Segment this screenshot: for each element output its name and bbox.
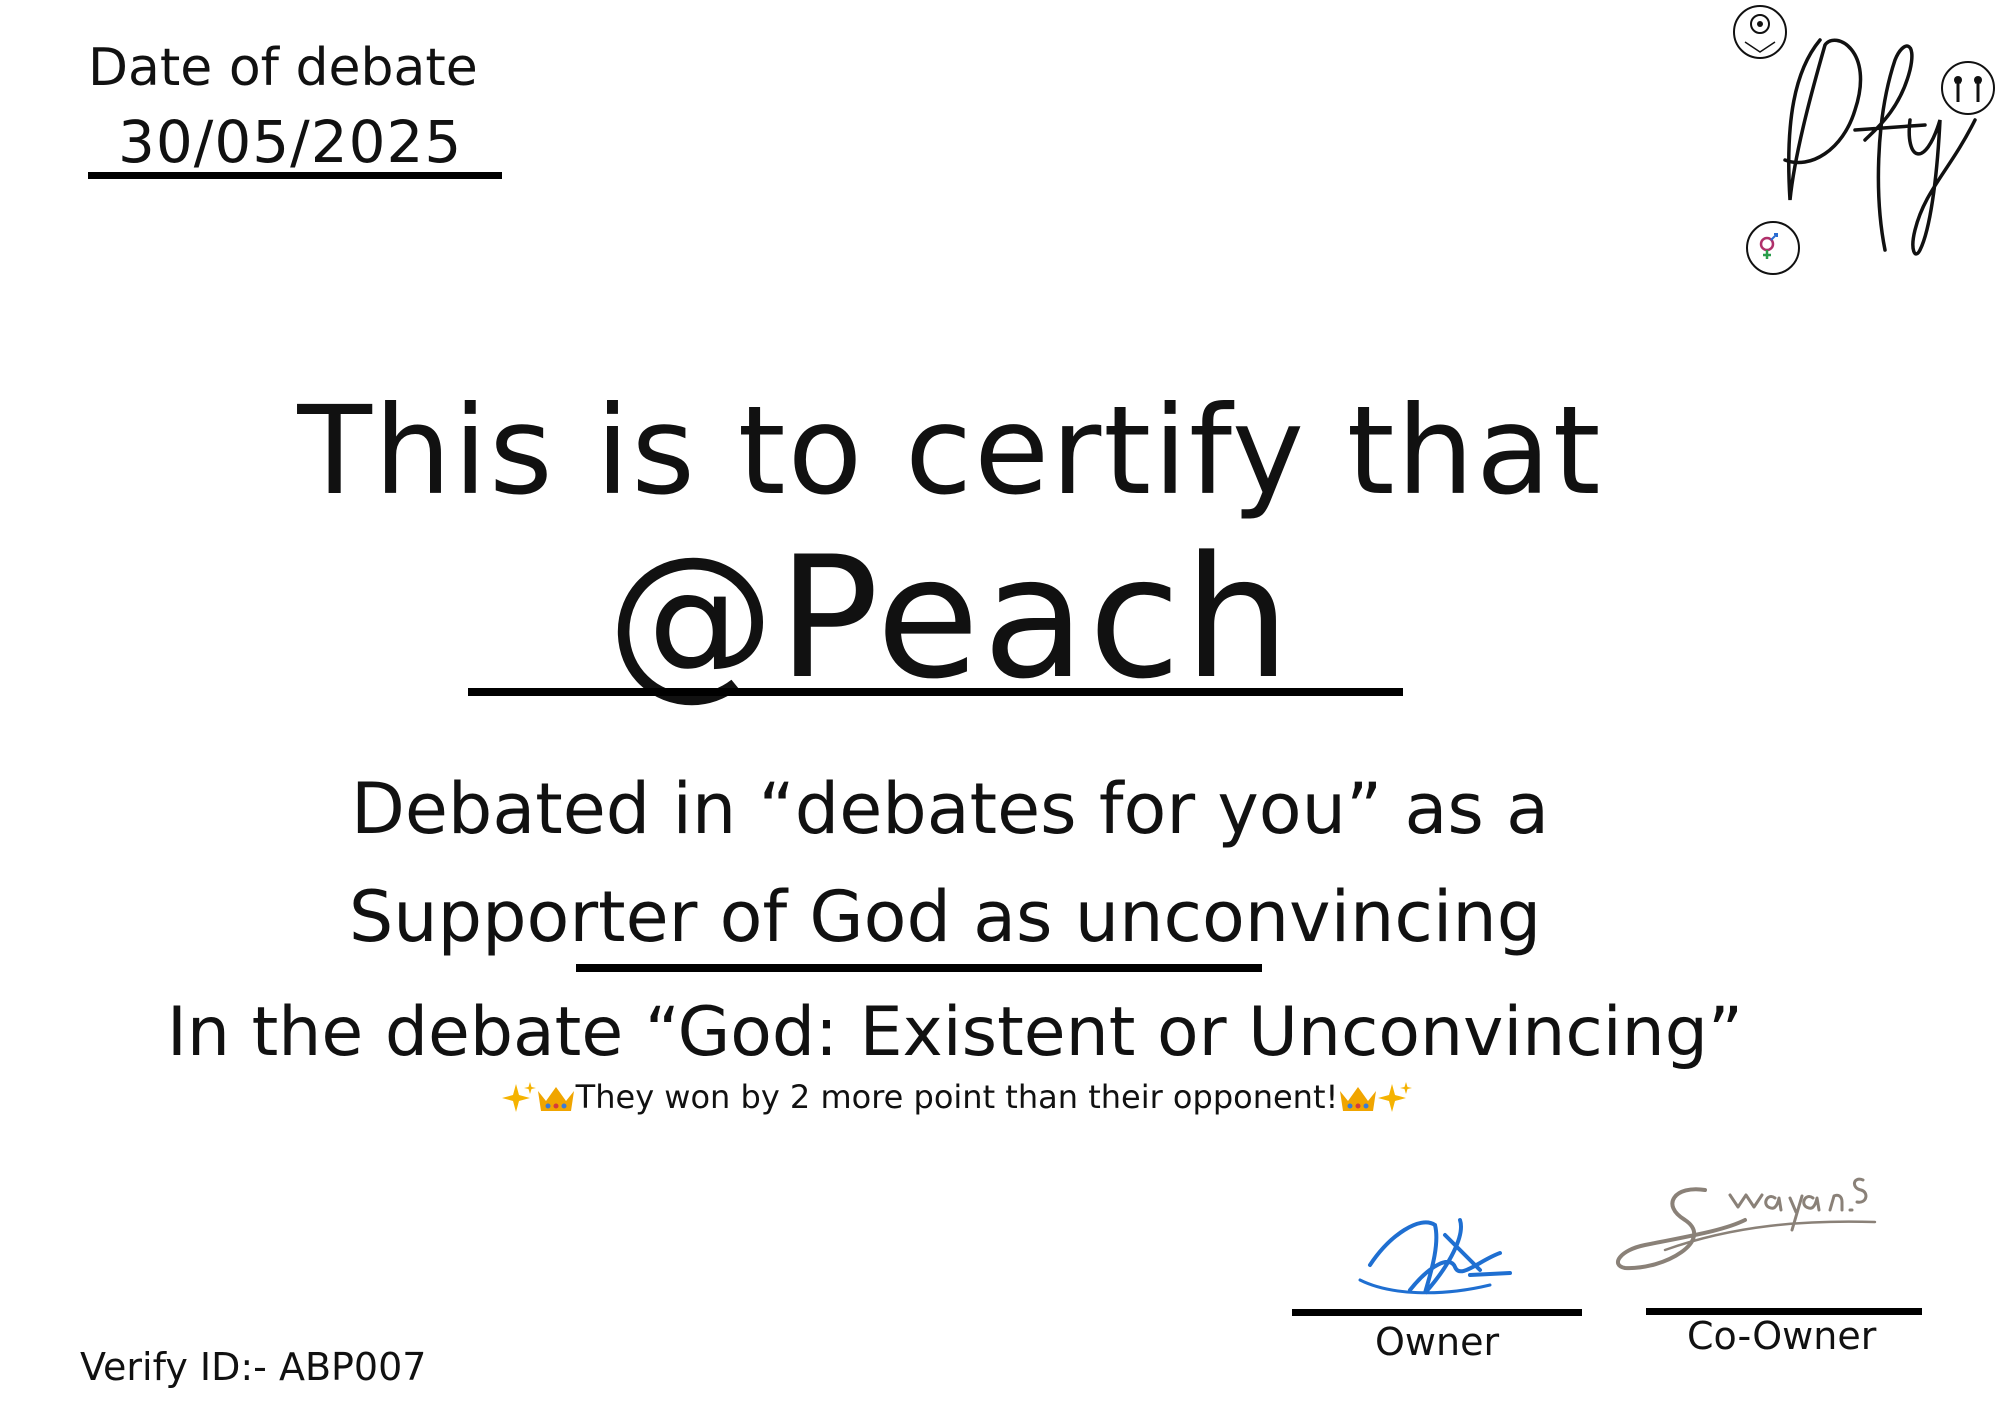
debate-title-line: In the debate “God: Existent or Unconvin… (166, 993, 1744, 1072)
role-line: Supporter of God as unconvincing (348, 876, 1542, 958)
owner-signature-line (1292, 1309, 1582, 1316)
coowner-signature (1616, 1177, 1877, 1271)
crown-icon (1340, 1087, 1377, 1111)
dfy-logo (1733, 5, 1995, 275)
keys-circle-icon (1941, 61, 1995, 115)
name-underline (468, 688, 1403, 696)
date-value: 30/05/2025 (118, 108, 463, 176)
eye-circle-icon (1733, 5, 1787, 59)
win-statement: They won by 2 more point than their oppo… (0, 1078, 1914, 1116)
owner-signature (1358, 1218, 1512, 1295)
date-underline (88, 172, 502, 179)
crown-icon (537, 1087, 574, 1111)
gender-circle-icon (1746, 221, 1800, 275)
date-label: Date of debate (88, 38, 478, 98)
certificate-page: Date of debate 30/05/2025 This is to cer… (0, 0, 2000, 1414)
sparkles-icon (1378, 1082, 1413, 1112)
sparkles-icon (501, 1082, 536, 1112)
recipient-name: @Peach (606, 520, 1294, 716)
coowner-label: Co-Owner (1687, 1314, 1877, 1358)
win-text: They won by 2 more point than their oppo… (575, 1078, 1339, 1116)
role-underline (576, 964, 1262, 972)
certify-heading: This is to certify that (297, 380, 1603, 522)
verify-id: Verify ID:- ABP007 (80, 1345, 427, 1389)
owner-label: Owner (1375, 1320, 1500, 1364)
debated-in-line: Debated in “debates for you” as a (350, 768, 1550, 850)
